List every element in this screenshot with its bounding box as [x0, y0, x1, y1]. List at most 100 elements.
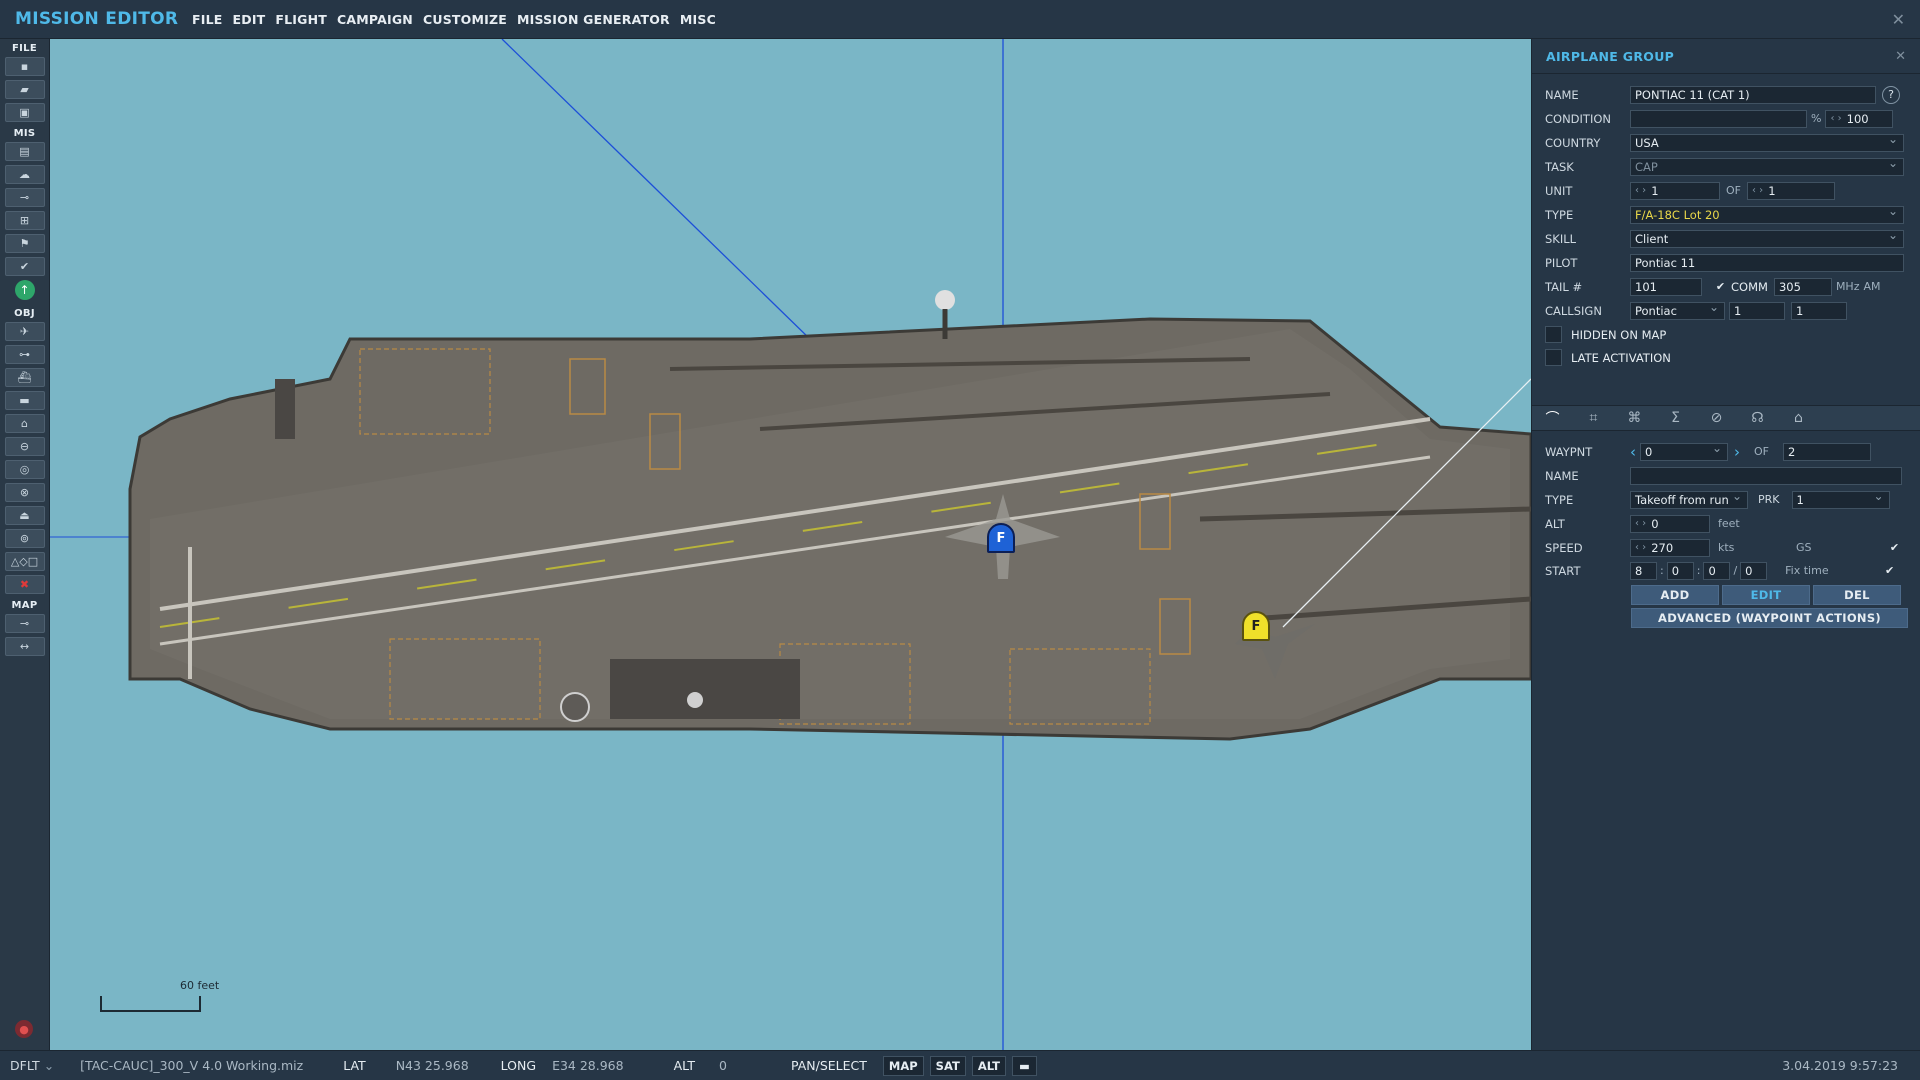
menu-edit[interactable]: EDIT [233, 12, 266, 27]
map-view[interactable]: F F 60 feet [50, 39, 1531, 1050]
start-hours-input[interactable]: 8 [1630, 561, 1657, 580]
weather-icon[interactable]: ☁ [4, 165, 45, 184]
stepper-arrows-icon[interactable]: ‹ › [1635, 518, 1646, 529]
waypoint-type-label: TYPE [1545, 492, 1574, 507]
condition-input[interactable] [1630, 109, 1807, 128]
triggers-icon[interactable]: ⊸ [4, 188, 45, 207]
skill-select[interactable]: Client [1630, 228, 1904, 248]
tab-payload-icon[interactable]: ⌘ [1614, 410, 1655, 426]
menu-mission-generator[interactable]: MISSION GENERATOR [517, 12, 670, 27]
stepper-arrows-icon[interactable]: ‹ › [1635, 185, 1646, 196]
alt-view-button[interactable]: ALT [971, 1055, 1006, 1076]
save-icon[interactable]: ▣ [4, 103, 45, 122]
record-icon[interactable]: ● [15, 1020, 33, 1038]
fly-mission-icon[interactable]: ↑ [14, 280, 35, 300]
gs-checkbox[interactable]: ✔ [1886, 539, 1903, 556]
zone-icon[interactable]: ⊖ [4, 437, 45, 456]
comm-checkbox[interactable]: ✔ [1712, 278, 1729, 295]
tab-aircraft-icon[interactable]: ⌂ [1778, 410, 1819, 426]
waypoint-alt-stepper[interactable]: ‹ › 0 [1630, 514, 1710, 533]
callsign-number-1[interactable]: 1 [1729, 301, 1785, 320]
stepper-arrows-icon[interactable]: ‹ › [1635, 542, 1646, 553]
tab-failures-icon[interactable]: ⊘ [1696, 410, 1737, 426]
new-file-icon[interactable]: ▪ [4, 57, 45, 76]
help-icon[interactable]: ? [1882, 85, 1900, 104]
tab-summary-icon[interactable]: Σ [1655, 410, 1696, 426]
vehicle-icon[interactable]: ▬ [4, 391, 45, 410]
group-icon[interactable]: ⊚ [4, 529, 45, 548]
nav-point-icon[interactable]: ⊗ [4, 483, 45, 502]
waypoint-type-row: TYPE Takeoff from run PRK 1 [1545, 489, 1909, 509]
country-select[interactable]: USA [1630, 132, 1904, 152]
unit-total-stepper[interactable]: ‹ › 1 [1747, 181, 1835, 200]
prk-select[interactable]: 1 [1791, 489, 1890, 509]
waypoint-speed-stepper[interactable]: ‹ › 270 [1630, 538, 1710, 557]
ruler-icon[interactable]: ↔ [4, 637, 45, 656]
group-name-input[interactable]: PONTIAC 11 (CAT 1) [1630, 85, 1876, 104]
ship-icon[interactable]: ⛴ [4, 368, 45, 387]
resources-icon[interactable]: ⊞ [4, 211, 45, 230]
goals-icon[interactable]: ⚑ [4, 234, 45, 253]
briefing-icon[interactable]: ▤ [4, 142, 45, 161]
unit-stepper[interactable]: ‹ › 1 [1630, 181, 1720, 200]
target-icon[interactable]: ◎ [4, 460, 45, 479]
pilot-input[interactable]: Pontiac 11 [1630, 253, 1904, 272]
checkmark-icon[interactable]: ✔ [4, 257, 45, 276]
delete-icon[interactable]: ✖ [4, 575, 45, 594]
condition-amount-stepper[interactable]: ‹ › 100 [1825, 109, 1894, 128]
aircraft-type-select[interactable]: F/A-18C Lot 20 [1630, 204, 1904, 224]
task-select[interactable]: CAP [1630, 156, 1904, 176]
window-close-icon[interactable]: ✕ [1892, 10, 1905, 29]
waypoint-prev-icon[interactable]: ‹ [1630, 443, 1636, 461]
template-icon[interactable]: ⏏ [4, 506, 45, 525]
tab-targets-icon[interactable]: ⌗ [1573, 410, 1614, 426]
tab-route-icon[interactable]: ⌒ [1532, 408, 1573, 428]
comm-frequency-input[interactable]: 305 [1773, 277, 1832, 296]
open-folder-icon[interactable]: ▰ [4, 80, 45, 99]
waypoint-type-select[interactable]: Takeoff from run [1630, 489, 1748, 509]
callsign-number-2[interactable]: 1 [1791, 301, 1847, 320]
hidden-on-map-checkbox[interactable] [1545, 326, 1562, 343]
type-row: TYPE F/A-18C Lot 20 [1545, 204, 1909, 224]
airplane-icon[interactable]: ✈ [4, 322, 45, 341]
waypoint-name-input[interactable] [1630, 466, 1902, 485]
start-minutes-input[interactable]: 0 [1666, 561, 1694, 580]
static-object-icon[interactable]: ⌂ [4, 414, 45, 433]
waypoint-name-row: NAME [1545, 466, 1909, 485]
menu-customize[interactable]: CUSTOMIZE [423, 12, 507, 27]
fix-time-checkbox[interactable]: ✔ [1881, 562, 1898, 579]
waypoint-select[interactable]: 0 [1640, 441, 1728, 461]
add-waypoint-button[interactable]: ADD [1631, 585, 1719, 605]
advanced-waypoint-actions-button[interactable]: ADVANCED (WAYPOINT ACTIONS) [1631, 608, 1908, 628]
menu-flight[interactable]: FLIGHT [275, 12, 327, 27]
airplane-group-panel: AIRPLANE GROUP ✕ NAME PONTIAC 11 (CAT 1)… [1531, 39, 1920, 1050]
map-view-button[interactable]: MAP [882, 1055, 924, 1076]
chevron-down-icon: ⌄ [43, 1058, 55, 1073]
waypoint-next-icon[interactable]: › [1734, 443, 1740, 461]
map-options-icon[interactable]: ⊸ [4, 614, 45, 633]
delete-waypoint-button[interactable]: DEL [1813, 585, 1901, 605]
menu-misc[interactable]: MISC [680, 12, 716, 27]
long-label: LONG [500, 1058, 537, 1073]
tab-radio-icon[interactable]: ☊ [1737, 410, 1778, 426]
shapes-icon[interactable]: △◇□ [4, 552, 45, 571]
panel-close-icon[interactable]: ✕ [1895, 49, 1906, 64]
layout-select[interactable]: DFLT ⌄ [10, 1058, 54, 1073]
late-activation-checkbox[interactable] [1545, 349, 1562, 366]
flight-marker-yellow[interactable]: F [1242, 611, 1270, 641]
menu-campaign[interactable]: CAMPAIGN [337, 12, 413, 27]
menu-file[interactable]: FILE [192, 12, 223, 27]
edit-waypoint-button[interactable]: EDIT [1722, 585, 1810, 605]
stepper-arrows-icon[interactable]: ‹ › [1830, 113, 1841, 124]
tail-number-input[interactable]: 101 [1630, 277, 1702, 296]
toolbar-section-obj: OBJ [14, 308, 35, 319]
pan-select-mode[interactable]: PAN/SELECT [791, 1058, 867, 1073]
callsign-select[interactable]: Pontiac [1630, 300, 1725, 320]
sat-view-button[interactable]: SAT [929, 1055, 966, 1076]
helicopter-icon[interactable]: ⊶ [4, 345, 45, 364]
flight-marker-blue[interactable]: F [987, 523, 1015, 553]
start-seconds-input[interactable]: 0 [1703, 561, 1731, 580]
camera-icon[interactable]: ▬ [1011, 1055, 1037, 1076]
start-day-input[interactable]: 0 [1740, 561, 1768, 580]
stepper-arrows-icon[interactable]: ‹ › [1752, 185, 1763, 196]
